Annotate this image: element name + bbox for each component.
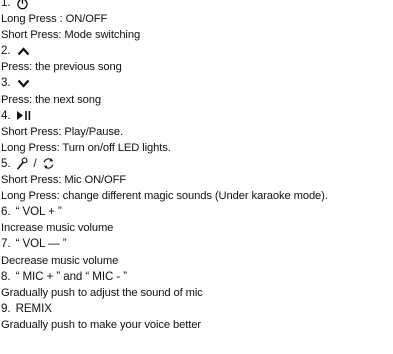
remix-label: REMIX [15, 301, 52, 315]
mic-level-label: “ MIC + ” and “ MIC - ” [15, 269, 127, 283]
item-number: 3. [1, 76, 11, 90]
chevron-up-icon [17, 47, 30, 56]
item-number: 9. [1, 301, 11, 315]
vol-plus-label: “ VOL + ” [15, 205, 62, 219]
microphone-icon [16, 157, 29, 170]
item-3-header: 3. [0, 75, 393, 91]
item-7-line-1: Decrease music volume [1, 254, 119, 267]
instructions-document: 1. Long Press : ON/OFF Short Press: Mode… [0, 0, 393, 333]
item-5-header: 5. / [0, 156, 393, 172]
item-5-line-1: Short Press: Mic ON/OFF [1, 174, 127, 187]
vol-minus-label: “ VOL — ” [15, 237, 67, 251]
item-number: 2. [1, 44, 11, 58]
icon-separator: / [33, 156, 37, 170]
item-9-line-1: Gradually push to make your voice better [1, 318, 201, 331]
item-6-header: 6. “ VOL + ” [0, 204, 393, 220]
item-8-line-1: Gradually push to adjust the sound of mi… [1, 286, 203, 299]
power-icon [16, 0, 29, 10]
item-9-header: 9. REMIX [0, 301, 393, 317]
item-7-header: 7. “ VOL — ” [0, 236, 393, 252]
item-number: 8. [1, 269, 11, 283]
item-5-line-2: Long Press: change different magic sound… [1, 190, 328, 203]
item-4-header: 4. [0, 108, 393, 124]
item-1-line-2: Short Press: Mode switching [1, 29, 141, 42]
item-number: 7. [1, 237, 11, 251]
item-4-line-1: Short Press: Play/Pause. [1, 125, 123, 138]
chevron-down-icon [17, 79, 30, 88]
item-1-line-1: Long Press : ON/OFF [1, 13, 108, 26]
item-4-line-2: Long Press: Turn on/off LED lights. [1, 141, 171, 154]
item-2-line-1: Press: the previous song [1, 61, 122, 74]
item-number: 5. [1, 156, 11, 170]
item-number: 1. [1, 0, 11, 9]
item-number: 4. [1, 108, 11, 122]
item-6-line-1: Increase music volume [1, 222, 114, 235]
item-number: 6. [1, 205, 11, 219]
item-1-header: 1. [0, 0, 393, 11]
item-2-header: 2. [0, 43, 393, 59]
item-3-line-1: Press: the next song [1, 93, 101, 106]
play-pause-icon [16, 110, 32, 121]
cycle-icon [42, 157, 55, 170]
item-8-header: 8. “ MIC + ” and “ MIC - ” [0, 269, 393, 285]
